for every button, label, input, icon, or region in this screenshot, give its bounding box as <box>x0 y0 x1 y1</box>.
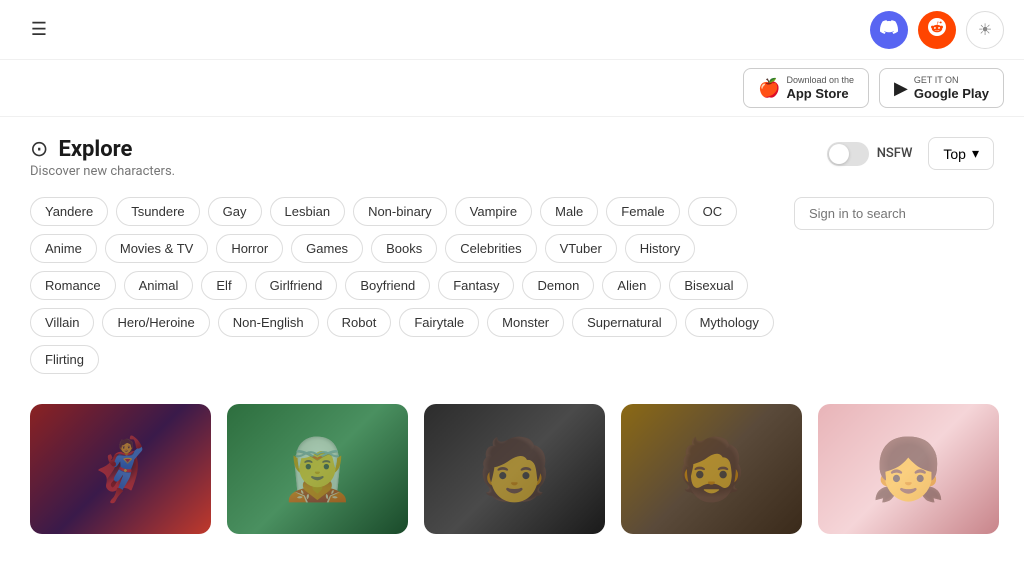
app-store-small-text: Download on the <box>786 75 854 86</box>
search-input[interactable] <box>794 197 994 230</box>
tag-gay[interactable]: Gay <box>208 197 262 226</box>
character-card-3[interactable]: 🧑 <box>424 404 605 534</box>
apple-icon: 🍎 <box>758 78 780 99</box>
card-figure-4: 🧔 <box>674 434 749 505</box>
tag-tsundere[interactable]: Tsundere <box>116 197 199 226</box>
header-controls: NSFW Top ▾ <box>827 137 994 170</box>
card-figure-1: 🦸 <box>83 434 158 505</box>
tag-alien[interactable]: Alien <box>602 271 661 300</box>
tag-hero-heroine[interactable]: Hero/Heroine <box>102 308 209 337</box>
character-card-1[interactable]: 🦸 <box>30 404 211 534</box>
tag-vampire[interactable]: Vampire <box>455 197 532 226</box>
app-store-button[interactable]: 🍎 Download on the App Store <box>743 68 869 108</box>
hamburger-button[interactable]: ☰ <box>20 11 58 49</box>
search-area <box>794 197 994 230</box>
tags-container: Yandere Tsundere Gay LesbianNon-binary Vampi… <box>30 197 778 374</box>
reddit-button[interactable] <box>918 11 956 49</box>
store-row: 🍎 Download on the App Store ▶ GET IT ON … <box>0 60 1024 117</box>
tag-games[interactable]: Games <box>291 234 363 263</box>
tag-yandere[interactable]: Yandere <box>30 197 108 226</box>
explore-title-section: ⊙ Explore Discover new characters. <box>30 137 175 179</box>
tag-vtuber[interactable]: VTuber <box>545 234 617 263</box>
google-play-button[interactable]: ▶ GET IT ON Google Play <box>879 68 1004 108</box>
explore-title: Explore <box>58 137 132 162</box>
card-inner-5: 👧 <box>818 404 999 534</box>
nsfw-toggle-thumb <box>829 144 849 164</box>
top-dropdown-label: Top <box>943 146 966 162</box>
tag-animal[interactable]: Animal <box>124 271 194 300</box>
tag-villain[interactable]: Villain <box>30 308 94 337</box>
reddit-icon <box>928 18 946 41</box>
tag-flirting[interactable]: Flirting <box>30 345 99 374</box>
main-content: ⊙ Explore Discover new characters. NSFW … <box>0 117 1024 534</box>
tag-celebrities[interactable]: Celebrities <box>445 234 536 263</box>
tags-section: Yandere Tsundere Gay LesbianNon-binary Vampi… <box>30 197 778 394</box>
card-inner-1: 🦸 <box>30 404 211 534</box>
tag-movies---tv[interactable]: Movies & TV <box>105 234 208 263</box>
card-figure-5: 👧 <box>871 434 946 505</box>
theme-toggle-button[interactable]: ☀ <box>966 11 1004 49</box>
tag-supernatural[interactable]: Supernatural <box>572 308 676 337</box>
tag-anime[interactable]: Anime <box>30 234 97 263</box>
tag-fairytale[interactable]: Fairytale <box>399 308 479 337</box>
explore-icon: ⊙ <box>30 137 48 162</box>
filters-row: Yandere Tsundere Gay LesbianNon-binary Vampi… <box>30 197 994 394</box>
tag-girlfriend[interactable]: Girlfriend <box>255 271 338 300</box>
cards-row: 🦸 🧝 🧑 🧔 👧 <box>30 404 994 534</box>
card-figure-3: 🧑 <box>477 434 552 505</box>
navbar: ☰ ☀ <box>0 0 1024 60</box>
tag-horror[interactable]: Horror <box>216 234 283 263</box>
tag-oc[interactable]: OC <box>688 197 738 226</box>
tag-elf[interactable]: Elf <box>201 271 246 300</box>
tag-non-binary[interactable]: Non-binary <box>353 197 447 226</box>
explore-title-row: ⊙ Explore <box>30 137 175 162</box>
tag-lesbian[interactable]: Lesbian <box>270 197 346 226</box>
nsfw-toggle-track[interactable] <box>827 142 869 166</box>
nsfw-toggle[interactable]: NSFW <box>827 142 913 166</box>
card-figure-2: 🧝 <box>280 434 355 505</box>
google-play-icon: ▶ <box>894 78 908 99</box>
explore-subtitle: Discover new characters. <box>30 164 175 179</box>
app-store-name: App Store <box>786 86 848 102</box>
chevron-down-icon: ▾ <box>972 145 979 162</box>
card-inner-4: 🧔 <box>621 404 802 534</box>
sun-icon: ☀ <box>978 20 992 40</box>
card-inner-3: 🧑 <box>424 404 605 534</box>
google-play-name: Google Play <box>914 86 989 102</box>
tag-fantasy[interactable]: Fantasy <box>438 271 514 300</box>
tag-history[interactable]: History <box>625 234 695 263</box>
tag-non-english[interactable]: Non-English <box>218 308 319 337</box>
tag-demon[interactable]: Demon <box>522 271 594 300</box>
character-card-2[interactable]: 🧝 <box>227 404 408 534</box>
tag-monster[interactable]: Monster <box>487 308 564 337</box>
top-dropdown-button[interactable]: Top ▾ <box>928 137 994 170</box>
tag-robot[interactable]: Robot <box>327 308 392 337</box>
explore-header: ⊙ Explore Discover new characters. NSFW … <box>30 137 994 179</box>
hamburger-icon: ☰ <box>31 19 47 40</box>
character-card-5[interactable]: 👧 <box>818 404 999 534</box>
card-inner-2: 🧝 <box>227 404 408 534</box>
discord-button[interactable] <box>870 11 908 49</box>
tag-female[interactable]: Female <box>606 197 679 226</box>
discord-icon <box>880 18 898 41</box>
tag-male[interactable]: Male <box>540 197 598 226</box>
tag-mythology[interactable]: Mythology <box>685 308 774 337</box>
nav-left: ☰ <box>20 11 58 49</box>
tag-boyfriend[interactable]: Boyfriend <box>345 271 430 300</box>
tag-bisexual[interactable]: Bisexual <box>669 271 748 300</box>
character-card-4[interactable]: 🧔 <box>621 404 802 534</box>
tag-romance[interactable]: Romance <box>30 271 116 300</box>
tag-books[interactable]: Books <box>371 234 437 263</box>
google-play-small-text: GET IT ON <box>914 75 959 86</box>
nsfw-label: NSFW <box>877 146 913 161</box>
